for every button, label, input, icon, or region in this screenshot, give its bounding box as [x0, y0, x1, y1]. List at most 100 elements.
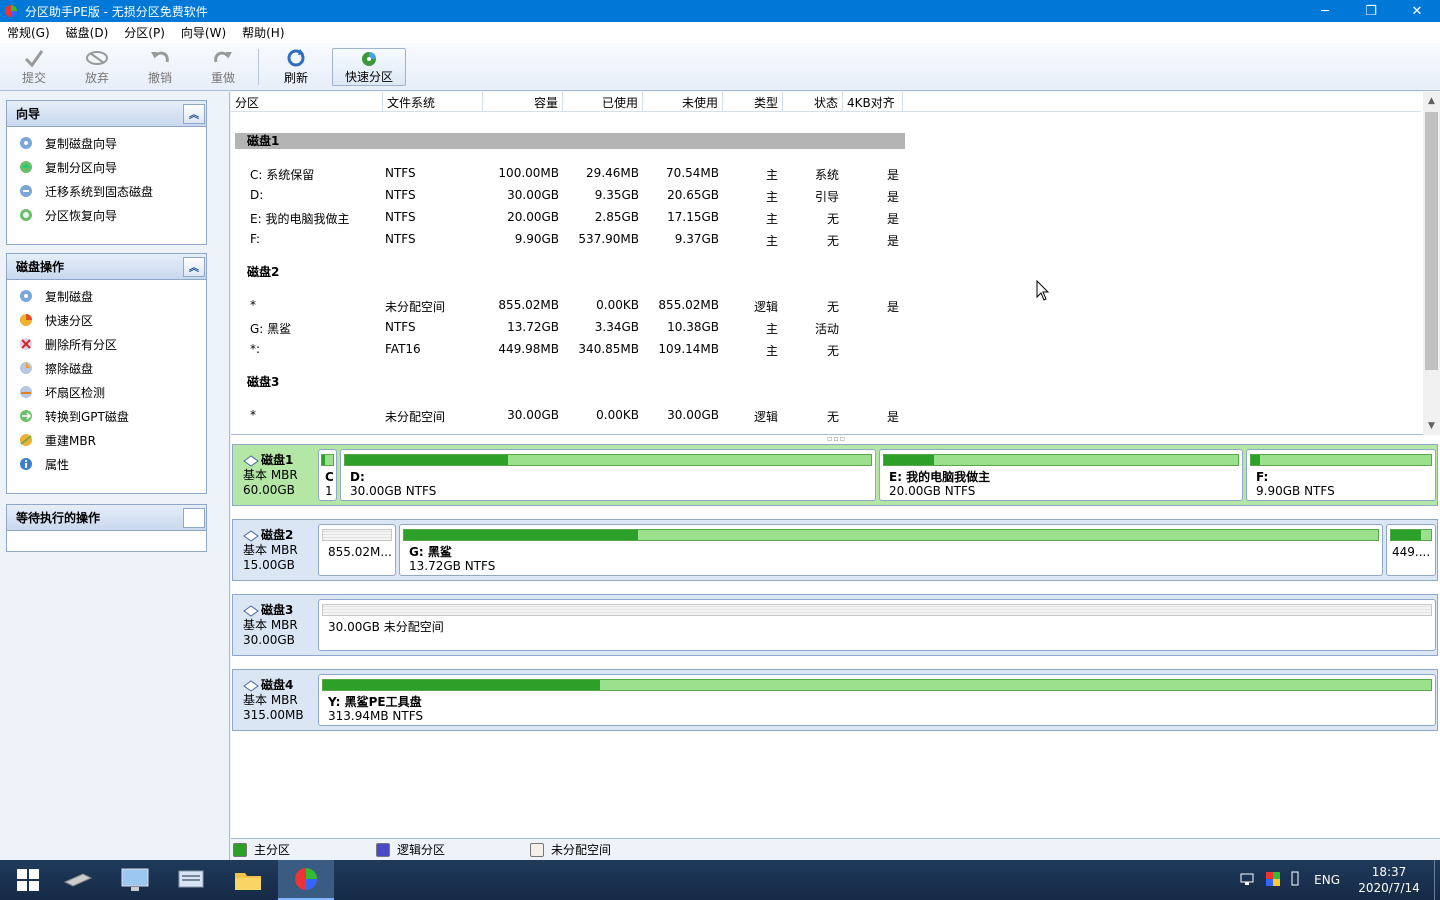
- restore-button[interactable]: ❐: [1348, 0, 1394, 22]
- usb-icon[interactable]: [1290, 871, 1300, 890]
- computer-icon[interactable]: [107, 860, 163, 900]
- quick-partition-button[interactable]: 快速分区: [332, 48, 406, 86]
- partition-assistant-icon[interactable]: [278, 860, 334, 900]
- op-bad-sector-label: 坏扇区检测: [45, 385, 106, 400]
- op-copy-disk[interactable]: 复制磁盘: [7, 284, 206, 308]
- col-status[interactable]: 状态: [783, 92, 843, 112]
- submit-button[interactable]: 提交: [6, 47, 62, 89]
- clock[interactable]: 18:37 2020/7/14: [1344, 864, 1434, 896]
- col-used[interactable]: 已使用: [563, 92, 643, 112]
- partition-block[interactable]: G: 黑鲨 13.72GB NTFS: [399, 524, 1383, 576]
- op-delete-all[interactable]: 删除所有分区: [7, 332, 206, 356]
- wizard-copy-disk[interactable]: 复制磁盘向导: [7, 131, 206, 155]
- partition-block[interactable]: D: 30.00GB NTFS: [340, 449, 876, 501]
- table-row[interactable]: * 未分配空间 30.00GB 0.00KB 30.00GB 逻辑 无 是: [231, 404, 911, 426]
- cell-status: 无: [826, 234, 839, 248]
- keyboard-icon[interactable]: [163, 860, 219, 900]
- table-row[interactable]: E: 我的电脑我做主 NTFS 20.00GB 2.85GB 17.15GB 主…: [231, 206, 911, 228]
- partition-block[interactable]: 30.00GB 未分配空间: [318, 599, 1436, 651]
- wizard-collapse-button[interactable]: ︽: [183, 103, 205, 124]
- list-scrollbar[interactable]: ▲ ▼: [1423, 92, 1440, 435]
- undo-button[interactable]: 撤销: [132, 47, 188, 89]
- cell-type: 主: [765, 344, 778, 358]
- cell-partition: E: 我的电脑我做主: [250, 212, 350, 226]
- cell-capacity: 13.72GB: [507, 320, 559, 334]
- disk-row[interactable]: 磁盘2 基本 MBR 15.00GB 855.02M... G: 黑鲨 13.72…: [232, 519, 1438, 581]
- op-rebuild-mbr[interactable]: 重建MBR: [7, 428, 206, 452]
- close-button[interactable]: ✕: [1394, 0, 1440, 22]
- col-unused[interactable]: 未使用: [643, 92, 723, 112]
- partition-block[interactable]: 449....: [1386, 524, 1436, 576]
- menu-wizard[interactable]: 向导(W): [174, 24, 235, 41]
- pending-collapse-button[interactable]: [183, 507, 205, 528]
- menu-general[interactable]: 常规(G): [0, 24, 59, 41]
- disk-row[interactable]: 磁盘4 基本 MBR 315.00MB Y: 黑鲨PE工具盘 313.94MB N…: [232, 669, 1438, 731]
- col-capacity[interactable]: 容量: [483, 92, 563, 112]
- chevron-up-icon: ︽: [189, 110, 199, 121]
- table-row[interactable]: D: NTFS 30.00GB 9.35GB 20.65GB 主 引导 是: [231, 184, 911, 206]
- disk-size: 60.00GB: [243, 483, 295, 497]
- discard-label: 放弃: [84, 71, 109, 85]
- partition-block[interactable]: 855.02M...: [318, 524, 396, 576]
- discard-button[interactable]: 放弃: [69, 47, 125, 89]
- menu-help[interactable]: 帮助(H): [235, 24, 293, 41]
- network-icon[interactable]: [1240, 872, 1256, 889]
- cell-partition: C: 系统保留: [250, 168, 315, 182]
- op-bad-sector[interactable]: 坏扇区检测: [7, 380, 206, 404]
- col-filesystem[interactable]: 文件系统: [383, 92, 483, 112]
- op-quick-partition[interactable]: 快速分区: [7, 308, 206, 332]
- table-row[interactable]: F: NTFS 9.90GB 537.90MB 9.37GB 主 无 是: [231, 228, 911, 250]
- wizard-partition-recovery[interactable]: 分区恢复向导: [7, 203, 206, 227]
- usage-fill: [404, 530, 638, 540]
- partition-block[interactable]: F: 9.90GB NTFS: [1246, 449, 1436, 501]
- title-bar: 分区助手PE版 - 无损分区免费软件 ─ ❐ ✕: [0, 0, 1440, 22]
- clock-time: 18:37: [1371, 865, 1407, 879]
- refresh-button[interactable]: 刷新: [268, 47, 324, 89]
- op-properties[interactable]: 属性: [7, 452, 206, 476]
- cell-capacity: 30.00GB: [507, 188, 559, 202]
- scroll-thumb[interactable]: [1425, 112, 1438, 370]
- cell-used: 340.85MB: [578, 342, 639, 356]
- migrate-os-icon: [18, 183, 34, 199]
- partition-block[interactable]: C1: [318, 449, 337, 501]
- table-row[interactable]: *: FAT16 449.98MB 340.85MB 109.14MB 主 无: [231, 338, 911, 360]
- disk-info: 磁盘2 基本 MBR 15.00GB: [243, 528, 323, 573]
- col-partition[interactable]: 分区: [231, 92, 383, 112]
- menu-disk[interactable]: 磁盘(D): [59, 24, 118, 41]
- menu-partition[interactable]: 分区(P): [117, 24, 174, 41]
- quick-partition-icon: [18, 312, 34, 328]
- cell-status: 系统: [814, 168, 839, 182]
- scroll-up-icon[interactable]: ▲: [1423, 94, 1440, 108]
- op-wipe-disk[interactable]: 擦除磁盘: [7, 356, 206, 380]
- disk-name: 磁盘4: [261, 678, 294, 692]
- redo-button[interactable]: 重做: [195, 47, 251, 89]
- language-indicator[interactable]: ENG: [1314, 873, 1340, 887]
- folder-icon[interactable]: [220, 860, 276, 900]
- cell-capacity: 9.90GB: [514, 232, 559, 246]
- op-convert-gpt-label: 转换到GPT磁盘: [45, 409, 129, 424]
- partition-block[interactable]: E: 我的电脑我做主 20.00GB NTFS: [879, 449, 1243, 501]
- col-4k-align[interactable]: 4KB对齐: [843, 92, 903, 112]
- cell-unused: 109.14MB: [658, 342, 719, 356]
- splitter-grip[interactable]: ▫▫▫: [827, 434, 849, 443]
- wizard-migrate-ssd[interactable]: 迁移系统到固态磁盘: [7, 179, 206, 203]
- windows-start-icon[interactable]: [0, 860, 56, 900]
- disk-row[interactable]: 磁盘3 基本 MBR 30.00GB 30.00GB 未分配空间: [232, 594, 1438, 656]
- col-type[interactable]: 类型: [723, 92, 783, 112]
- table-row[interactable]: G: 黑鲨 NTFS 13.72GB 3.34GB 10.38GB 主 活动: [231, 316, 911, 338]
- table-row[interactable]: * 未分配空间 855.02MB 0.00KB 855.02MB 逻辑 无 是: [231, 294, 911, 316]
- usage-bar: [321, 454, 334, 466]
- cell-status: 无: [826, 344, 839, 358]
- wizard-copy-partition[interactable]: 复制分区向导: [7, 155, 206, 179]
- op-convert-gpt[interactable]: 转换到GPT磁盘: [7, 404, 206, 428]
- minimize-button[interactable]: ─: [1302, 0, 1348, 22]
- disk-ops-collapse-button[interactable]: ︽: [183, 256, 205, 277]
- scroll-down-icon[interactable]: ▼: [1423, 419, 1440, 433]
- disk-row[interactable]: 磁盘1 基本 MBR 60.00GB C1 D: 30.00GB NTFS E: …: [232, 444, 1438, 506]
- convert-icon: [18, 408, 34, 424]
- color-icon[interactable]: [1266, 871, 1281, 889]
- partition-block[interactable]: Y: 黑鲨PE工具盘 313.94MB NTFS: [318, 674, 1436, 726]
- table-row[interactable]: C: 系统保留 NTFS 100.00MB 29.46MB 70.54MB 主 …: [231, 162, 911, 184]
- show-desktop-button[interactable]: [1434, 860, 1440, 900]
- drive-icon[interactable]: [50, 860, 106, 900]
